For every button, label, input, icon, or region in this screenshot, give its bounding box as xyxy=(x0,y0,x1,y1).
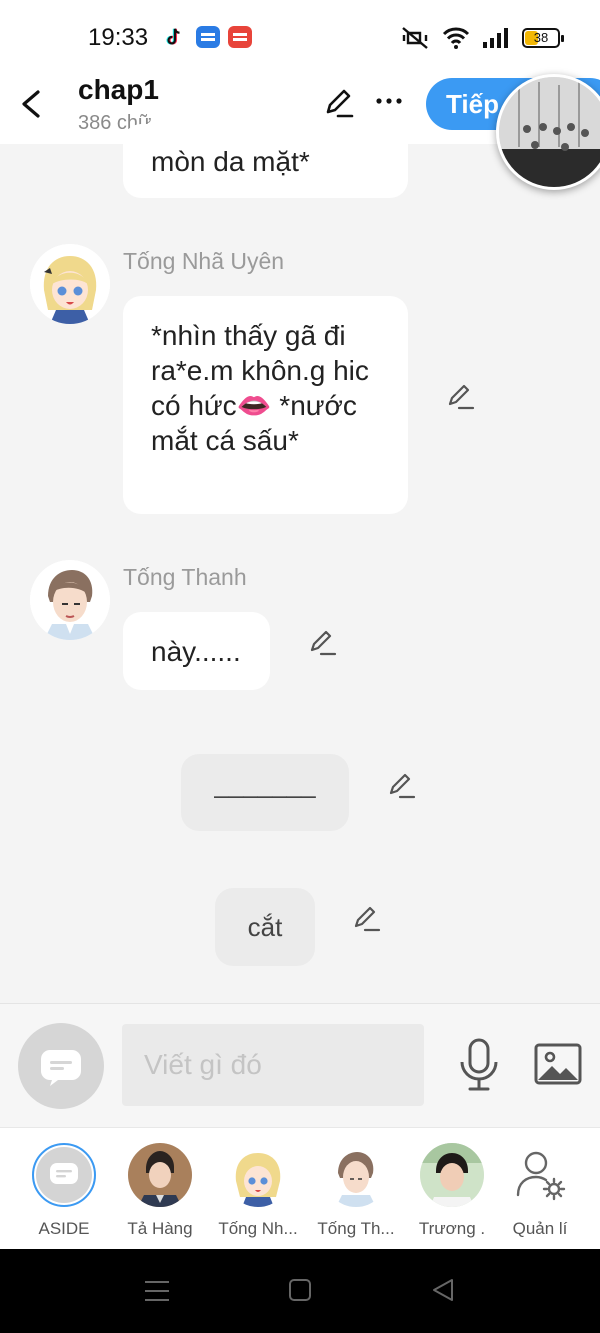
back-nav-icon[interactable] xyxy=(430,1277,456,1303)
avatar-tong-nha-uyen xyxy=(30,244,110,324)
character-label: Tả Hàng xyxy=(127,1219,193,1238)
message-text: mòn da mặt* xyxy=(151,146,310,177)
narration-text: _______ xyxy=(214,769,316,799)
aside-avatar xyxy=(32,1143,96,1207)
character-avatar xyxy=(128,1143,192,1207)
manage-characters-icon-wrap xyxy=(508,1143,572,1207)
message-bubble[interactable]: mòn da mặt* xyxy=(123,124,408,198)
message-input[interactable] xyxy=(122,1024,424,1106)
character-avatar xyxy=(324,1143,388,1207)
character-avatar xyxy=(420,1143,484,1207)
character-label: Trương . xyxy=(418,1219,486,1238)
character-avatar xyxy=(226,1143,290,1207)
more-options-icon[interactable] xyxy=(374,86,404,116)
chat-editor-screen: 19:33 38 chap1 386 chữ Tiếp mòn da mặt* … xyxy=(0,0,600,1333)
tiktok-icon xyxy=(166,28,180,45)
noveltoon-icon xyxy=(196,26,220,48)
vibrate-mute-icon xyxy=(402,27,428,49)
floating-video-thumbnail[interactable] xyxy=(496,74,600,190)
character-label: Tống Th... xyxy=(317,1219,395,1238)
avatar-tong-thanh xyxy=(30,560,110,640)
character-label: Tống Nh... xyxy=(218,1219,298,1238)
chat-bubble-icon xyxy=(50,1163,78,1184)
image-icon[interactable] xyxy=(534,1042,582,1086)
microphone-icon[interactable] xyxy=(456,1038,502,1092)
character-manage[interactable]: Quản lí xyxy=(492,1140,588,1239)
menu-icon[interactable] xyxy=(144,1279,170,1303)
chat-bubble-icon xyxy=(41,1050,81,1086)
status-indicators: 38 xyxy=(400,24,564,52)
system-navigation-bar xyxy=(0,1249,600,1333)
narration-bubble[interactable]: _______ xyxy=(181,754,349,831)
wifi-icon xyxy=(442,27,470,49)
message-bubble[interactable]: *nhìn thấy gã đi ra*e.m khôn.g hic có hứ… xyxy=(123,296,408,514)
edit-message-icon[interactable] xyxy=(446,381,476,411)
character-truong[interactable]: Trương . xyxy=(404,1140,500,1239)
signal-icon xyxy=(483,28,508,48)
character-label: Quản lí xyxy=(512,1219,568,1238)
chapter-title: chap1 xyxy=(78,74,159,105)
character-label: ASIDE xyxy=(38,1219,90,1238)
character-tong-nha-uyen[interactable]: Tống Nh... xyxy=(210,1140,306,1239)
edit-narration-icon[interactable] xyxy=(387,770,417,800)
speaker-name: Tống Nhã Uyên xyxy=(123,248,285,274)
status-bar: 19:33 38 xyxy=(0,0,600,72)
character-tong-thanh[interactable]: Tống Th... xyxy=(308,1140,404,1239)
battery-level: 38 xyxy=(533,30,549,45)
message-text: này...... xyxy=(151,636,241,667)
speaker-name: Tống Thanh xyxy=(123,564,247,590)
home-icon[interactable] xyxy=(288,1278,312,1302)
back-arrow-icon[interactable] xyxy=(16,84,48,124)
message-bubble[interactable]: này...... xyxy=(123,612,270,690)
message-composer xyxy=(0,1003,600,1127)
mangatoon-icon xyxy=(228,26,252,48)
edit-narration-icon[interactable] xyxy=(352,903,382,933)
character-ta-hang[interactable]: Tả Hàng xyxy=(112,1140,208,1239)
user-settings-icon xyxy=(516,1151,566,1201)
edit-title-icon[interactable] xyxy=(322,86,356,120)
character-bar: ASIDE Tả Hàng Tống Nh... Tống Th... Trươ… xyxy=(0,1127,600,1249)
status-time: 19:33 xyxy=(88,24,149,51)
edit-message-icon[interactable] xyxy=(308,627,338,657)
narration-text: cắt xyxy=(247,912,283,942)
character-aside[interactable]: ASIDE xyxy=(16,1140,112,1239)
narration-bubble[interactable]: cắt xyxy=(215,888,315,966)
aside-toggle-button[interactable] xyxy=(18,1023,104,1109)
message-text: *nhìn thấy gã đi ra*e.m khôn.g hic có hứ… xyxy=(151,320,369,456)
battery-indicator: 38 xyxy=(522,28,564,48)
